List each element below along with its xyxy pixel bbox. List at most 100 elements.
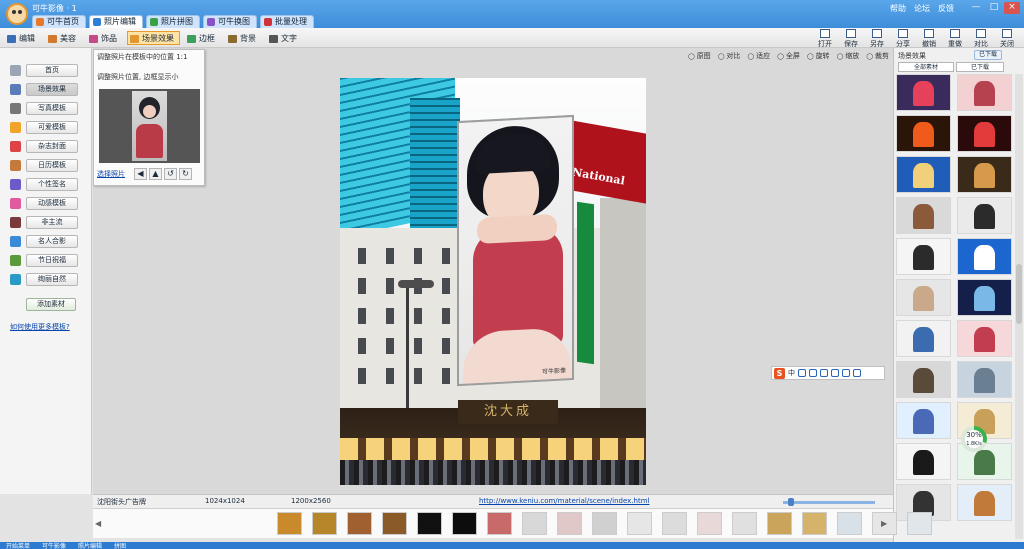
skin-icon[interactable] [842,369,850,377]
top-link-0[interactable]: 帮助 [890,3,906,14]
tab-3[interactable]: 可牛换图 [203,15,257,28]
close-button[interactable]: × [1004,2,1020,14]
sidebar-item-4[interactable]: 杂志封面 [10,140,78,153]
film-item[interactable] [907,512,932,535]
add-material-button[interactable]: 添加素材 [26,298,76,311]
sidebar-item-0[interactable]: 首页 [10,64,78,77]
tool-6[interactable]: 文字 [266,31,303,45]
maximize-button[interactable]: □ [986,2,1002,14]
taskbar-item-2[interactable]: 照片编辑 [78,541,102,549]
film-item[interactable] [627,512,652,535]
material-thumb[interactable] [896,443,951,480]
sidebar-item-5[interactable]: 日历模板 [10,159,78,172]
film-item[interactable] [312,512,337,535]
choose-photo-link[interactable]: 选择照片 [97,169,132,179]
material-thumb[interactable] [957,74,1012,111]
voice-icon[interactable] [820,369,828,377]
view-tool-6[interactable]: 裁剪 [866,51,889,61]
move-up-button[interactable]: ▲ [149,168,162,180]
material-thumb[interactable] [896,320,951,357]
film-item[interactable] [697,512,722,535]
file-tool-0[interactable]: 打开 [814,28,836,48]
tool-3[interactable]: 场景效果 [127,31,180,45]
file-tool-7[interactable]: 关闭 [996,28,1018,48]
film-item[interactable] [382,512,407,535]
file-tool-1[interactable]: 保存 [840,28,862,48]
sidebar-item-9[interactable]: 名人合影 [10,235,78,248]
material-thumb[interactable] [957,115,1012,152]
punctuation-icon[interactable] [798,369,806,377]
material-thumb[interactable] [896,238,951,275]
view-tool-2[interactable]: 适应 [747,51,770,61]
material-thumb[interactable] [896,279,951,316]
view-tool-0[interactable]: 原图 [688,51,711,61]
tool-1[interactable]: 美容 [45,31,82,45]
scroll-right-icon[interactable]: ▶ [881,519,889,529]
material-thumb[interactable] [896,361,951,398]
material-scrollbar[interactable] [1015,74,1023,539]
file-tool-6[interactable]: 对比 [970,28,992,48]
film-item[interactable] [347,512,372,535]
material-thumb[interactable] [957,197,1012,234]
material-thumb[interactable] [896,115,951,152]
tool-5[interactable]: 背景 [225,31,262,45]
sidebar-item-2[interactable]: 写真模板 [10,102,78,115]
material-thumb[interactable] [957,156,1012,193]
file-tool-2[interactable]: 另存 [866,28,888,48]
material-thumb[interactable] [896,74,951,111]
file-tool-4[interactable]: 撤销 [918,28,940,48]
keyboard-icon[interactable] [831,369,839,377]
material-thumb[interactable] [896,197,951,234]
zoom-slider[interactable] [783,501,875,504]
film-item[interactable] [802,512,827,535]
material-thumb[interactable] [957,361,1012,398]
film-item[interactable] [277,512,302,535]
view-tool-4[interactable]: 旋转 [807,51,830,61]
sidebar-item-3[interactable]: 可爱模板 [10,121,78,134]
view-tool-5[interactable]: 缩放 [837,51,859,61]
sidebar-item-7[interactable]: 动感模板 [10,197,78,210]
film-item[interactable] [487,512,512,535]
tool-4[interactable]: 边框 [184,31,221,45]
taskbar-item-3[interactable]: 拼图 [114,541,126,549]
top-link-1[interactable]: 论坛 [914,3,930,14]
tab-2[interactable]: 照片拼图 [146,15,200,28]
view-tool-3[interactable]: 全屏 [777,51,800,61]
move-left-button[interactable]: ◀ [134,168,147,180]
emoji-icon[interactable] [809,369,817,377]
scroll-left-icon[interactable]: ◀ [95,519,103,529]
settings-icon[interactable] [853,369,861,377]
file-tool-3[interactable]: 分享 [892,28,914,48]
rotate-left-button[interactable]: ↺ [164,168,177,180]
film-item[interactable] [557,512,582,535]
tab-1[interactable]: 照片编辑 [89,15,143,28]
popup-thumbnail[interactable] [99,89,200,163]
zoom-slider-handle[interactable] [787,498,794,506]
taskbar-item-1[interactable]: 可牛影像 [42,541,66,549]
tab-0[interactable]: 可牛首页 [32,15,86,28]
minimize-button[interactable]: — [968,2,984,14]
tool-2[interactable]: 饰品 [86,31,123,45]
film-item[interactable] [767,512,792,535]
material-source-link[interactable]: http://www.keniu.com/material/scene/inde… [479,497,649,505]
film-item[interactable] [417,512,442,535]
tab-4[interactable]: 批量处理 [260,15,314,28]
sidebar-item-1[interactable]: 场景效果 [10,83,78,96]
rotate-right-button[interactable]: ↻ [179,168,192,180]
material-thumb[interactable] [957,238,1012,275]
sidebar-item-6[interactable]: 个性签名 [10,178,78,191]
film-item[interactable] [732,512,757,535]
film-item[interactable] [452,512,477,535]
film-item[interactable] [592,512,617,535]
film-item[interactable] [522,512,547,535]
material-thumb[interactable] [957,320,1012,357]
taskbar-item-0[interactable]: 开始菜单 [6,541,30,549]
ime-mode[interactable]: 中 [788,368,795,378]
tab-all-materials[interactable]: 全部素材 [898,62,954,72]
downloaded-button[interactable]: 已下载 [974,50,1002,60]
film-item[interactable] [837,512,862,535]
tool-0[interactable]: 编辑 [4,31,41,45]
file-tool-5[interactable]: 重做 [944,28,966,48]
sidebar-item-8[interactable]: 非主流 [10,216,78,229]
tab-downloaded[interactable]: 已下载 [956,62,1004,72]
